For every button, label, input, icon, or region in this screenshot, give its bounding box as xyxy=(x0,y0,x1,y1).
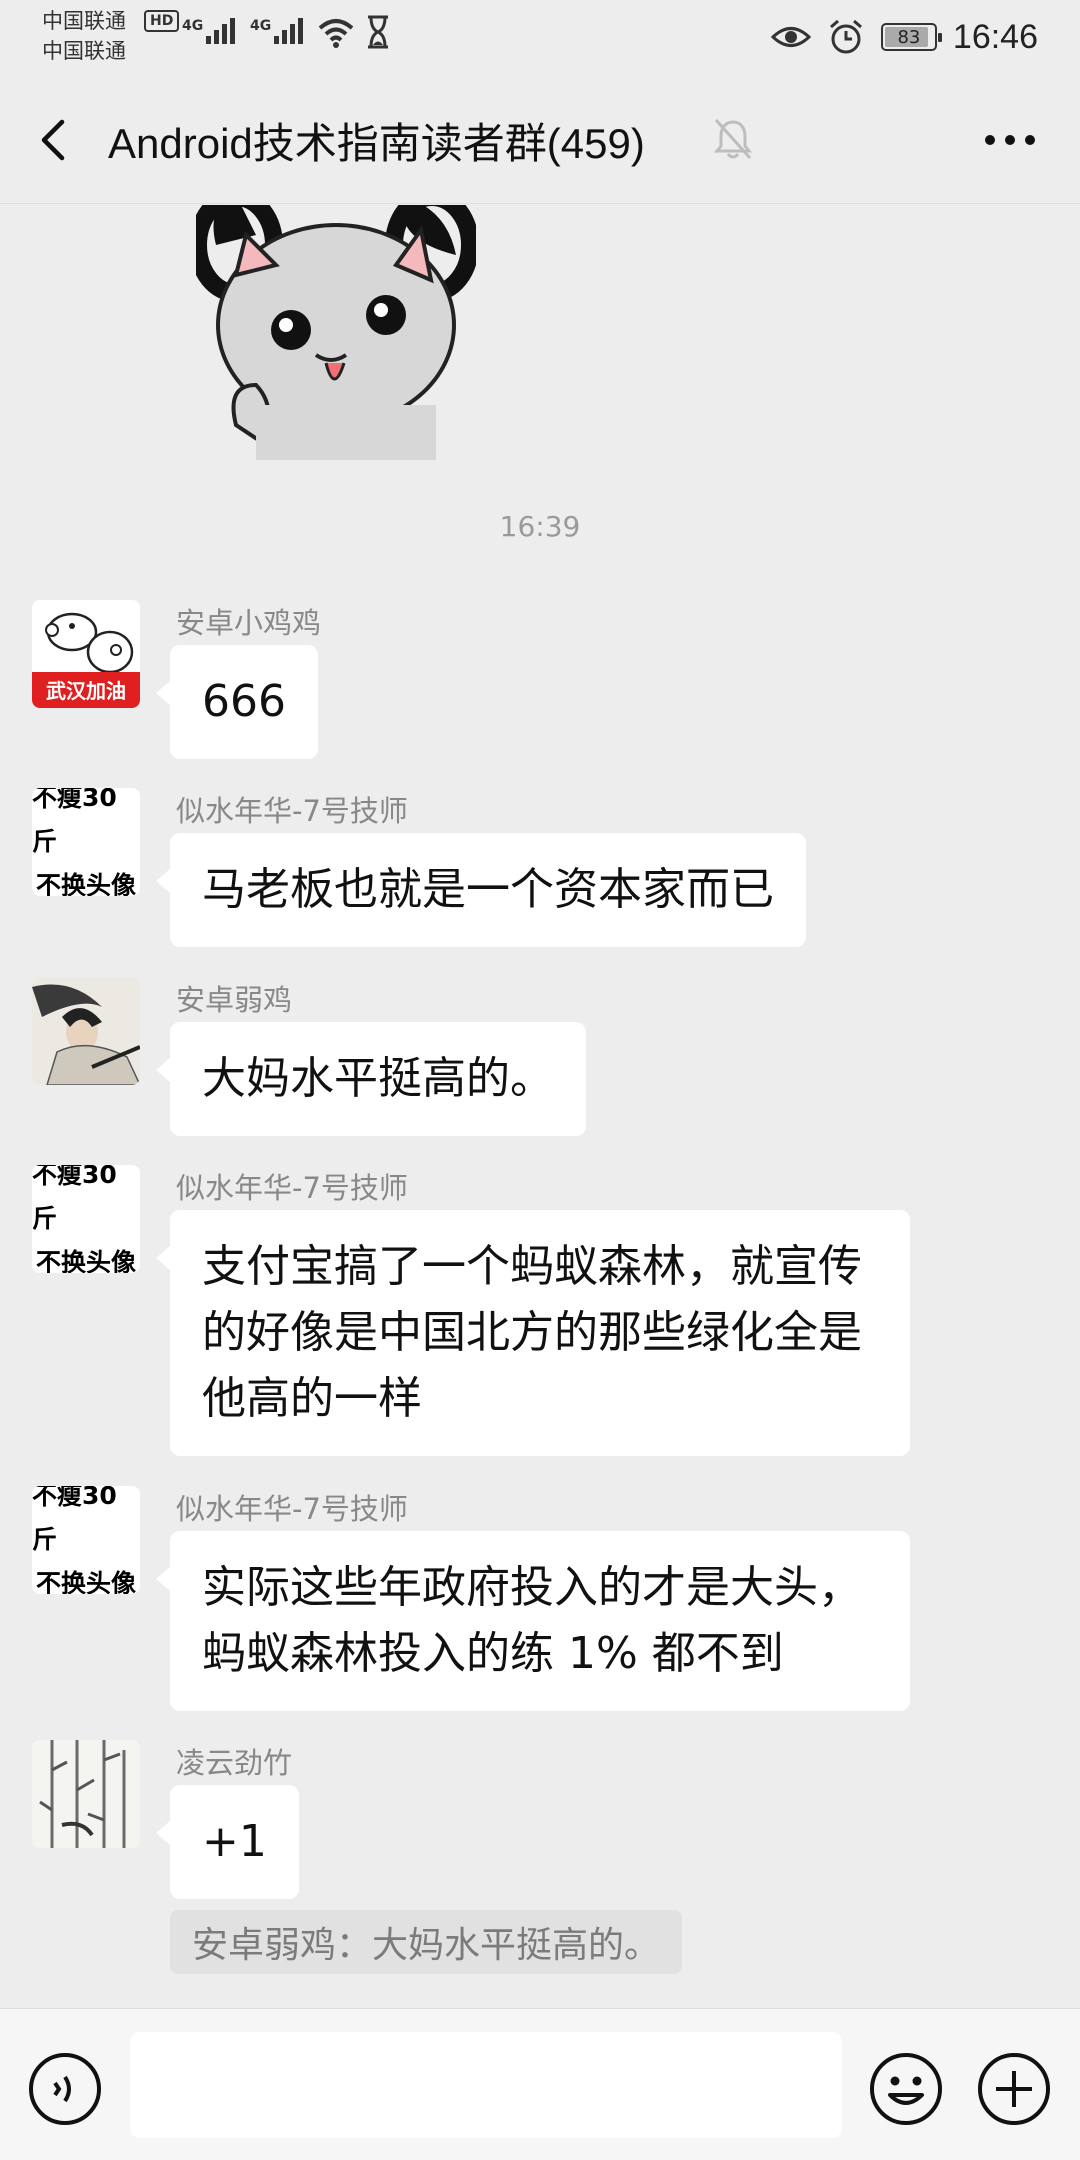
message-bubble[interactable]: +1 xyxy=(156,1785,299,1899)
message-item: 不瘦30斤 不换头像 似水年华-7号技师 支付宝搞了一个蚂蚁森林，就宣传的好像是… xyxy=(32,1165,1032,1456)
message-item: 不瘦30斤 不换头像 似水年华-7号技师 实际这些年政府投入的才是大头，蚂蚁森林… xyxy=(32,1486,1032,1716)
avatar-line: 不瘦30斤 xyxy=(32,1486,117,1554)
chat-title: Android技术指南读者群(459) xyxy=(108,120,645,167)
network-type-label-1: 4G xyxy=(182,18,203,34)
avatar-peppa[interactable]: 武汉加油 xyxy=(32,600,140,708)
battery-level: 83 xyxy=(897,26,921,48)
quoted-message[interactable]: 安卓弱鸡：大妈水平挺高的。 xyxy=(170,1910,683,1974)
clock: 16:46 xyxy=(952,17,1038,56)
message-item: 凌云劲竹 +1 xyxy=(32,1740,1032,1899)
sender-name: 安卓小鸡鸡 xyxy=(176,606,322,640)
sender-name: 似水年华-7号技师 xyxy=(176,1171,408,1205)
sender-name: 似水年华-7号技师 xyxy=(176,794,408,828)
back-button[interactable] xyxy=(30,110,80,170)
avatar-text-banner[interactable]: 不瘦30斤 不换头像 xyxy=(32,1165,140,1273)
message-item: 武汉加油 安卓小鸡鸡 666 xyxy=(32,600,1032,759)
signal-strength-icon-1: 4G xyxy=(182,18,235,44)
avatar-text-banner[interactable]: 不瘦30斤 不换头像 xyxy=(32,788,140,896)
emoji-button[interactable] xyxy=(868,2051,944,2127)
avatar-line: 不换头像 xyxy=(35,871,136,896)
message-timestamp: 16:39 xyxy=(499,510,581,543)
eye-icon xyxy=(770,27,811,47)
status-bar: 中国联通 中国联通 HD 4G 4G 83 16:46 xyxy=(0,0,1080,74)
carrier-bottom: 中国联通 xyxy=(42,39,126,63)
message-input[interactable] xyxy=(130,2032,842,2138)
signal-strength-icon-2: 4G xyxy=(250,18,303,44)
avatar-line: 不瘦30斤 xyxy=(32,788,117,856)
voice-input-button[interactable] xyxy=(27,2051,103,2127)
mute-bell-icon xyxy=(713,118,753,160)
message-bubble[interactable]: 马老板也就是一个资本家而已 xyxy=(156,833,806,947)
status-right-group: 83 16:46 xyxy=(770,12,1038,62)
alarm-icon xyxy=(829,19,862,54)
hourglass-icon xyxy=(368,15,388,49)
input-bar xyxy=(0,2008,1080,2160)
message-item: 安卓弱鸡 大妈水平挺高的。 xyxy=(32,977,1032,1136)
chat-message-list[interactable]: 16:39 武汉加油 安卓小鸡鸡 666 不瘦30斤 不换头像 似水年华-7号技… xyxy=(0,205,1080,2005)
avatar-bamboo[interactable] xyxy=(32,1740,140,1848)
battery-indicator: 83 xyxy=(880,23,942,51)
network-type-label-2: 4G xyxy=(250,18,271,34)
sender-name: 安卓弱鸡 xyxy=(176,983,293,1017)
avatar-line: 不瘦30斤 xyxy=(32,1165,117,1233)
avatar-line: 不换头像 xyxy=(35,1248,136,1273)
avatar-swordsman[interactable] xyxy=(32,977,140,1085)
hd-badge: HD xyxy=(144,10,180,32)
more-features-button[interactable] xyxy=(976,2051,1052,2127)
avatar-line: 不换头像 xyxy=(35,1569,136,1594)
message-bubble[interactable]: 666 xyxy=(156,645,318,759)
back-arrow-icon xyxy=(41,119,65,161)
wifi-icon xyxy=(318,19,354,48)
message-bubble[interactable]: 大妈水平挺高的。 xyxy=(156,1022,586,1136)
more-options-button[interactable] xyxy=(980,120,1040,160)
cat-sticker-image[interactable] xyxy=(196,205,476,460)
message-item: 不瘦30斤 不换头像 似水年华-7号技师 马老板也就是一个资本家而已 xyxy=(32,788,1032,947)
message-bubble[interactable]: 支付宝搞了一个蚂蚁森林，就宣传的好像是中国北方的那些绿化全是他高的一样 xyxy=(156,1210,910,1456)
message-bubble[interactable]: 实际这些年政府投入的才是大头，蚂蚁森林投入的练 1% 都不到 xyxy=(156,1531,910,1711)
avatar-text-banner[interactable]: 不瘦30斤 不换头像 xyxy=(32,1486,140,1594)
avatar-caption: 武汉加油 xyxy=(46,679,126,703)
sender-name: 似水年华-7号技师 xyxy=(176,1492,408,1526)
sender-name: 凌云劲竹 xyxy=(176,1746,293,1780)
chat-header: Android技术指南读者群(459) xyxy=(0,74,1080,204)
